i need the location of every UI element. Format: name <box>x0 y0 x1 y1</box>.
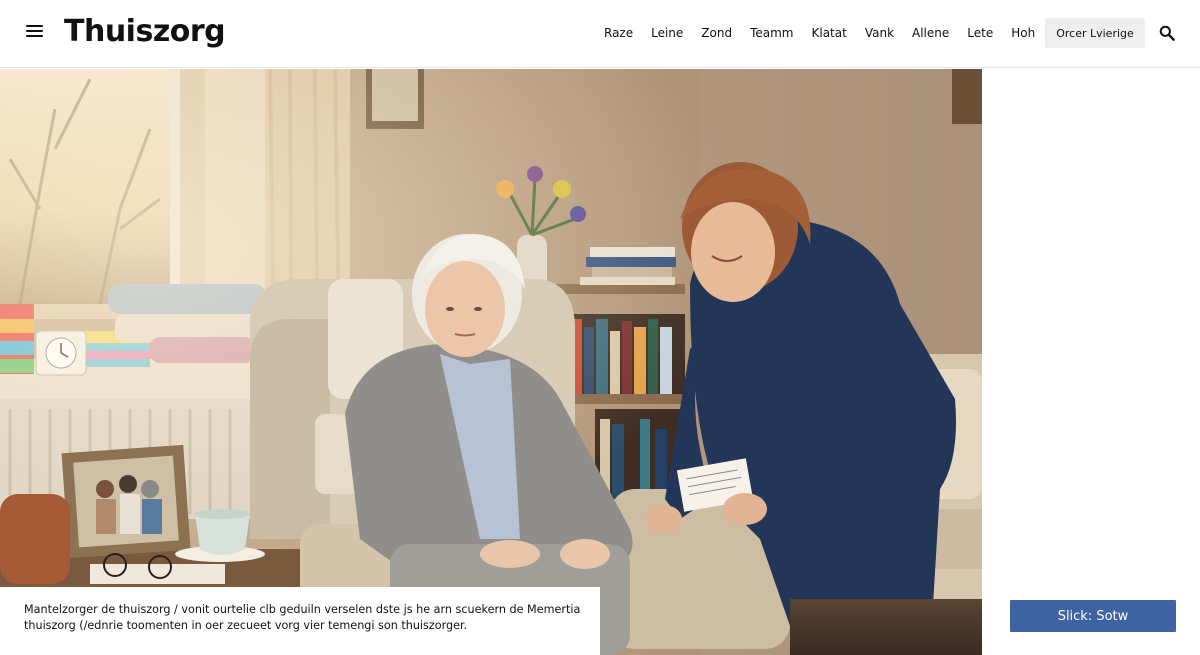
nav-item-allene[interactable]: Allene <box>912 26 949 40</box>
cta-button[interactable]: Slick: Sotw <box>1010 600 1176 632</box>
main-nav: Raze Leine Zond Teamm Klatat Vank Allene… <box>604 24 1035 42</box>
nav-item-lete[interactable]: Lete <box>967 26 993 40</box>
nav-item-klatat[interactable]: Klatat <box>812 26 847 40</box>
caption-line-1: Mantelzorger de thuiszorg / vonit ourtel… <box>24 603 581 616</box>
order-button[interactable]: Orcer Lvierige <box>1045 18 1145 48</box>
hero-caption: Mantelzorger de thuiszorg / vonit ourtel… <box>0 587 600 655</box>
site-header: Thuiszorg Raze Leine Zond Teamm Klatat V… <box>0 0 1200 68</box>
search-icon[interactable] <box>1159 25 1175 41</box>
caption-line-2: thuiszorg (/ednrie toomenten in oer zecu… <box>24 619 468 632</box>
site-logo[interactable]: Thuiszorg <box>64 14 226 49</box>
nav-item-hoh[interactable]: Hoh <box>1011 26 1035 40</box>
nav-item-teamm[interactable]: Teamm <box>750 26 793 40</box>
nav-item-leine[interactable]: Leine <box>651 26 683 40</box>
menu-icon[interactable] <box>26 24 43 38</box>
hero-image <box>0 69 982 655</box>
nav-item-vank[interactable]: Vank <box>865 26 894 40</box>
nav-item-raze[interactable]: Raze <box>604 26 633 40</box>
nav-item-zond[interactable]: Zond <box>701 26 732 40</box>
